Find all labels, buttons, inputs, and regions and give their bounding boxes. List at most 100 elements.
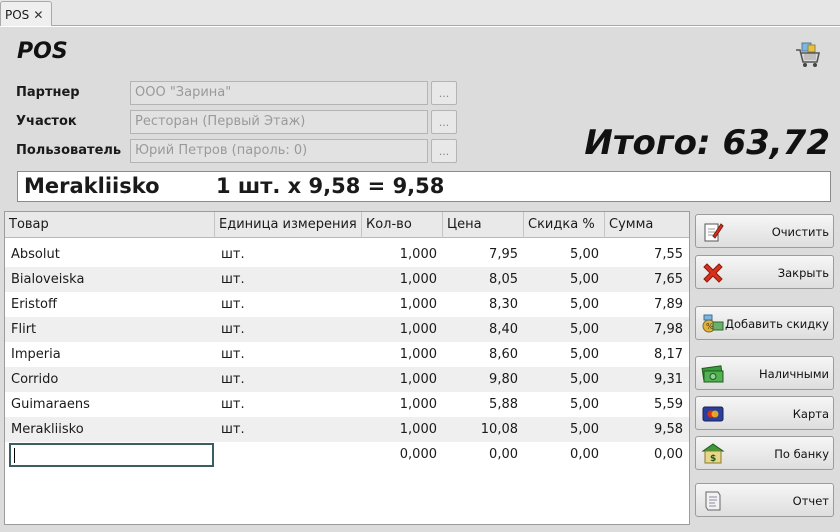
card-button[interactable]: Карта [695,396,834,430]
report-icon [705,491,721,511]
add-discount-button-label: Добавить скидку [725,317,829,331]
column-header-discount[interactable]: Скидка % [524,212,605,238]
table-row[interactable]: Guimaraens шт. 1,000 5,88 5,00 5,59 [5,392,689,417]
page-title: POS [17,39,68,64]
user-field[interactable]: Юрий Петров (пароль: 0) [130,139,428,163]
partner-select-button[interactable]: ... [431,81,457,105]
cell-product: Corrido [11,372,59,387]
cell-discount: 5,00 [570,297,599,312]
cell-price: 9,80 [489,372,518,387]
table-row[interactable]: Imperia шт. 1,000 8,60 5,00 8,17 [5,342,689,367]
section-label: Участок [16,114,77,129]
table-row[interactable]: Bialoveiska шт. 1,000 8,05 5,00 7,65 [5,267,689,292]
partner-field[interactable]: ООО "Зарина" [130,81,428,105]
cell-discount: 5,00 [570,347,599,362]
cell-sum: 5,59 [654,397,683,412]
cell-sum: 7,89 [654,297,683,312]
cell-qty: 1,000 [399,372,437,387]
entry-cell-discount: 0,00 [570,447,599,462]
bank-button[interactable]: $ По банку [695,436,834,470]
bank-button-label: По банку [774,447,829,461]
cell-discount: 5,00 [570,247,599,262]
cell-qty: 1,000 [399,272,437,287]
last-item-product: Merakliisko [24,174,160,198]
section-select-button[interactable]: ... [431,110,457,134]
clipboard-pen-icon [704,223,724,242]
cell-unit: шт. [221,372,245,387]
column-header-price[interactable]: Цена [443,212,524,238]
cell-discount: 5,00 [570,272,599,287]
last-item-calc: 1 шт. x 9,58 = 9,58 [216,174,445,198]
partner-label: Партнер [16,85,80,100]
cell-sum: 8,17 [654,347,683,362]
user-label: Пользователь [16,143,122,158]
shopping-cart-icon [796,42,820,67]
product-entry-input[interactable] [9,443,214,467]
cell-unit: шт. [221,397,245,412]
add-discount-button[interactable]: % Добавить скидку [695,306,834,340]
last-item-display: Merakliisko 1 шт. x 9,58 = 9,58 [17,171,831,202]
tab-label: POS [5,7,30,22]
cell-product: Absolut [11,247,60,262]
text-caret [14,448,15,463]
cell-qty: 1,000 [399,297,437,312]
user-select-button[interactable]: ... [431,139,457,163]
report-button[interactable]: Отчет [695,483,834,517]
cash-button[interactable]: Наличными [695,356,834,390]
table-row[interactable]: Eristoff шт. 1,000 8,30 5,00 7,89 [5,292,689,317]
entry-row[interactable]: 0,000 0,00 0,00 0,00 [5,442,689,467]
cell-product: Eristoff [11,297,57,312]
cell-price: 8,30 [489,297,518,312]
cell-sum: 7,55 [654,247,683,262]
cell-sum: 7,98 [654,322,683,337]
column-header-product[interactable]: Товар [5,212,215,238]
pos-panel: POS Партнер ООО "Зарина" ... Участок Рес… [0,26,840,532]
cell-unit: шт. [221,322,245,337]
cell-sum: 9,31 [654,372,683,387]
table-header: Товар Единица измерения Кол-во Цена Скид… [5,212,689,238]
column-header-unit[interactable]: Единица измерения [215,212,362,238]
credit-card-icon [702,406,724,422]
total-amount: Итого: 63,72 [584,123,830,163]
items-table[interactable]: Товар Единица измерения Кол-во Цена Скид… [4,211,690,525]
cell-unit: шт. [221,272,245,287]
cash-icon [701,365,724,383]
discount-icon: % [702,314,724,333]
clear-button[interactable]: Очистить [695,214,834,248]
cell-discount: 5,00 [570,397,599,412]
table-row[interactable]: Corrido шт. 1,000 9,80 5,00 9,31 [5,367,689,392]
cell-unit: шт. [221,347,245,362]
column-header-sum[interactable]: Сумма [605,212,689,238]
cell-price: 8,60 [489,347,518,362]
report-button-label: Отчет [792,494,829,508]
tab-pos[interactable]: POS ✕ [0,1,52,27]
cell-discount: 5,00 [570,422,599,437]
table-row[interactable]: Flirt шт. 1,000 8,40 5,00 7,98 [5,317,689,342]
cell-qty: 1,000 [399,322,437,337]
cell-qty: 1,000 [399,397,437,412]
table-row[interactable]: Absolut шт. 1,000 7,95 5,00 7,55 [5,242,689,267]
card-button-label: Карта [792,407,829,421]
entry-cell-qty: 0,000 [399,447,437,462]
cell-price: 8,40 [489,322,518,337]
entry-cell-sum: 0,00 [654,447,683,462]
cash-button-label: Наличными [758,367,829,381]
cell-unit: шт. [221,247,245,262]
cell-sum: 7,65 [654,272,683,287]
close-button[interactable]: Закрыть [695,255,834,289]
cell-price: 8,05 [489,272,518,287]
cell-unit: шт. [221,422,245,437]
close-icon[interactable]: ✕ [33,8,43,22]
cell-price: 5,88 [489,397,518,412]
section-field[interactable]: Ресторан (Первый Этаж) [130,110,428,134]
bank-icon: $ [701,443,725,464]
cell-product: Bialoveiska [11,272,85,287]
cell-unit: шт. [221,297,245,312]
cell-product: Imperia [11,347,61,362]
close-button-label: Закрыть [777,266,829,280]
cell-sum: 9,58 [654,422,683,437]
table-row[interactable]: Merakliisko шт. 1,000 10,08 5,00 9,58 [5,417,689,442]
tab-bar: POS ✕ [0,0,840,27]
cell-product: Guimaraens [11,397,90,412]
column-header-qty[interactable]: Кол-во [362,212,443,238]
